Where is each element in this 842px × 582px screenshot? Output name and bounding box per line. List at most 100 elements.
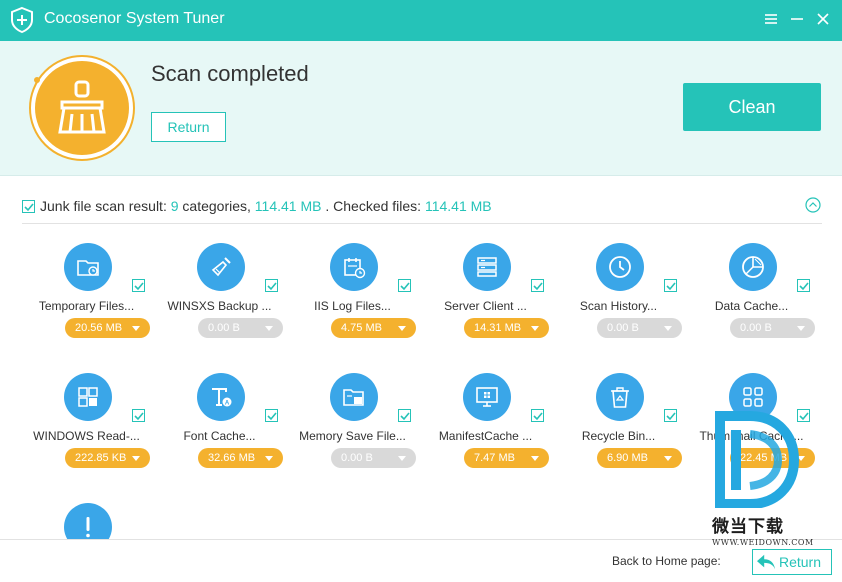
app-title: Cocosenor System Tuner	[44, 10, 225, 27]
server-icon	[477, 257, 497, 277]
chevron-down-icon	[265, 456, 273, 461]
chevron-down-icon	[531, 456, 539, 461]
junk-category-item	[20, 484, 153, 539]
category-checkbox[interactable]	[797, 409, 810, 422]
category-size-dropdown[interactable]: 32.66 MB	[198, 448, 283, 468]
category-checkbox[interactable]	[664, 279, 677, 292]
category-icon-button[interactable]	[197, 243, 245, 291]
category-checkbox[interactable]	[531, 279, 544, 292]
category-icon-button[interactable]	[330, 373, 378, 421]
category-checkbox[interactable]	[797, 279, 810, 292]
total-size: 114.41 MB	[254, 198, 322, 214]
category-size-dropdown[interactable]: 0.00 B	[730, 318, 815, 338]
collapse-icon[interactable]	[805, 197, 821, 213]
category-label: Temporary Files...	[38, 299, 135, 313]
calendar-clock-icon	[344, 258, 366, 279]
category-size-dropdown[interactable]: 0.00 B	[331, 448, 416, 468]
category-icon-button[interactable]	[463, 373, 511, 421]
footer-return-button[interactable]: Return	[752, 549, 832, 575]
chevron-down-icon	[664, 456, 672, 461]
category-size-dropdown[interactable]: 4.75 MB	[331, 318, 416, 338]
checked-size: 114.41 MB	[424, 198, 492, 214]
select-all-checkbox[interactable]	[22, 199, 35, 213]
junk-category-item: IIS Log Files... 4.75 MB	[286, 224, 419, 338]
chevron-down-icon	[398, 326, 406, 331]
category-label: WINDOWS Read-...	[33, 429, 140, 443]
category-size-value: 6.90 MB	[607, 452, 648, 464]
decor-dot	[34, 77, 40, 83]
category-icon-button[interactable]	[64, 373, 112, 421]
recycle-bin-icon	[611, 387, 629, 408]
scan-status-badge	[29, 55, 135, 161]
category-size-value: 32.66 MB	[208, 452, 256, 464]
pie-chart-icon	[742, 256, 764, 278]
category-checkbox[interactable]	[132, 409, 145, 422]
chevron-down-icon	[398, 456, 406, 461]
category-size-value: 0.00 B	[740, 322, 772, 334]
broom-icon	[58, 80, 106, 134]
chevron-down-icon	[531, 326, 539, 331]
result-prefix: Junk file scan result:	[40, 198, 167, 214]
minimize-icon[interactable]	[787, 9, 807, 29]
category-checkbox[interactable]	[664, 409, 677, 422]
category-label: IIS Log Files...	[314, 299, 391, 313]
close-icon[interactable]	[813, 9, 833, 29]
category-icon-button[interactable]: A	[197, 373, 245, 421]
category-size-dropdown[interactable]: 222.85 KB	[65, 448, 150, 468]
category-label: Memory Save File...	[299, 429, 406, 443]
category-icon-button[interactable]	[64, 503, 112, 539]
category-size-dropdown[interactable]: 0.00 B	[198, 318, 283, 338]
category-size-value: 0.00 B	[607, 322, 639, 334]
broom-icon	[211, 257, 231, 277]
category-size-value: 0.00 B	[208, 322, 240, 334]
category-size-dropdown[interactable]: 7.47 MB	[464, 448, 549, 468]
category-size-dropdown[interactable]: 6.90 MB	[597, 448, 682, 468]
clean-button[interactable]: Clean	[683, 83, 821, 131]
category-icon-button[interactable]	[330, 243, 378, 291]
category-label: Server Client ...	[444, 299, 527, 313]
category-icon-button[interactable]	[596, 373, 644, 421]
chevron-down-icon	[132, 456, 140, 461]
junk-category-item: Scan History... 0.00 B	[552, 224, 685, 338]
category-checkbox[interactable]	[132, 279, 145, 292]
category-checkbox[interactable]	[398, 279, 411, 292]
category-checkbox[interactable]	[265, 409, 278, 422]
category-icon-button[interactable]	[463, 243, 511, 291]
scan-header: Scan completed Return Clean	[0, 41, 842, 176]
title-bar: Cocosenor System Tuner	[0, 0, 842, 41]
monitor-icon	[476, 387, 498, 407]
category-checkbox[interactable]	[265, 279, 278, 292]
junk-category-item: Memory Save File... 0.00 B	[286, 354, 419, 468]
return-button[interactable]: Return	[151, 112, 226, 142]
junk-category-item: A Font Cache... 32.66 MB	[153, 354, 286, 468]
junk-category-item: Thumbnail Cache... 22.45 MB	[685, 354, 818, 468]
category-icon-button[interactable]	[729, 373, 777, 421]
categories-count: 9	[170, 198, 179, 214]
clock-icon	[609, 256, 631, 278]
category-label: Recycle Bin...	[581, 429, 656, 443]
category-checkbox[interactable]	[531, 409, 544, 422]
category-label: Scan History...	[579, 299, 658, 313]
category-size-value: 0.00 B	[341, 452, 373, 464]
menu-icon[interactable]	[761, 9, 781, 29]
category-size-dropdown[interactable]: 20.56 MB	[65, 318, 150, 338]
junk-category-item: ManifestCache ... 7.47 MB	[419, 354, 552, 468]
category-checkbox[interactable]	[398, 409, 411, 422]
junk-category-item: WINDOWS Read-... 222.85 KB	[20, 354, 153, 468]
category-icon-button[interactable]	[596, 243, 644, 291]
back-to-home-label: Back to Home page:	[612, 554, 721, 568]
category-icon-button[interactable]	[64, 243, 112, 291]
scan-title: Scan completed	[151, 61, 309, 86]
categories-word: categories,	[182, 198, 251, 214]
category-size-dropdown[interactable]: 14.31 MB	[464, 318, 549, 338]
category-size-dropdown[interactable]: 0.00 B	[597, 318, 682, 338]
category-label: Thumbnail Cache...	[699, 429, 804, 443]
category-size-value: 22.45 MB	[740, 452, 788, 464]
junk-category-item: Temporary Files... 20.56 MB	[20, 224, 153, 338]
category-size-dropdown[interactable]: 22.45 MB	[730, 448, 815, 468]
category-size-value: 14.31 MB	[474, 322, 522, 334]
back-arrow-icon	[757, 554, 775, 570]
memory-folder-icon	[343, 389, 364, 406]
chevron-down-icon	[132, 326, 140, 331]
category-icon-button[interactable]	[729, 243, 777, 291]
